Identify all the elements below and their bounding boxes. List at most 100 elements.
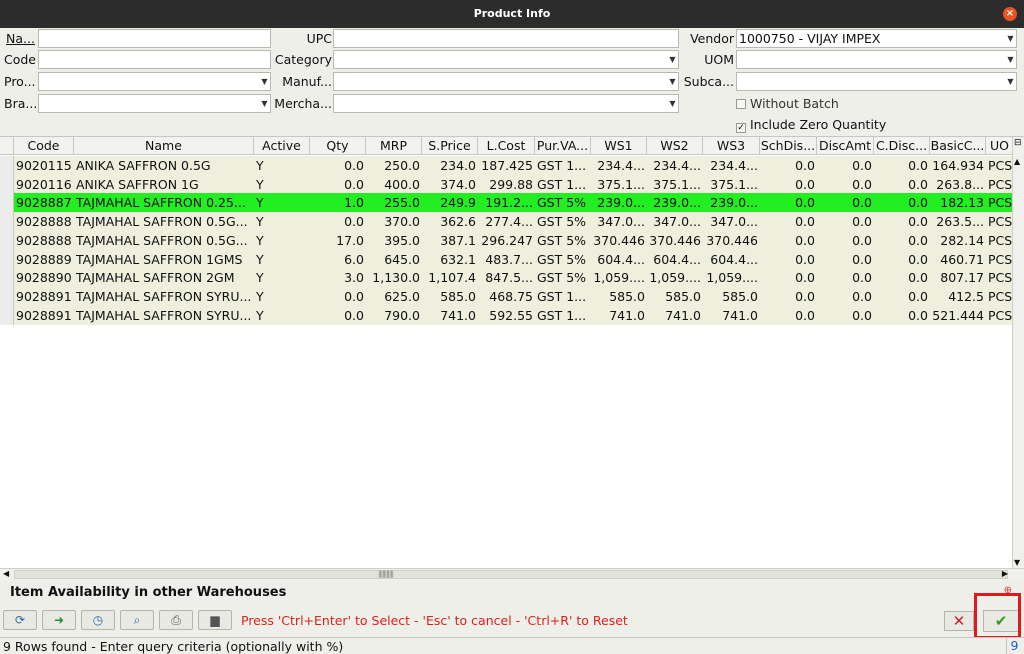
scroll-down-icon[interactable]: ▼ — [1014, 558, 1020, 567]
table-cell: 0.0 — [795, 270, 815, 286]
scroll-grip-icon: ||||||||||| — [378, 570, 394, 578]
row-header[interactable] — [0, 249, 14, 269]
table-cell: PCS — [988, 307, 1013, 323]
print-button[interactable]: ⎙ — [159, 610, 193, 630]
table-cell: TAJMAHAL SAFFRON 0.25... — [76, 195, 246, 211]
table-cell: 0.0 — [908, 158, 928, 173]
table-cell: PCS — [988, 176, 1013, 192]
table-cell: 362.6 — [440, 214, 476, 230]
row-header[interactable] — [0, 230, 14, 250]
vertical-scrollbar[interactable]: ⊟ ▲ ▼ — [1012, 137, 1024, 568]
table-row[interactable]: 9028890 TAJMAHAL SAFFRON 2GM Y 3.0 1,130.0 1,… — [0, 268, 1012, 288]
table-cell: Y — [256, 195, 264, 211]
scroll-right-icon[interactable]: ▶ — [1002, 569, 1008, 578]
trash-icon: ▆ — [210, 613, 220, 627]
table-row[interactable]: 9028891 TAJMAHAL SAFFRON SYRU... Y 0.0 625.0… — [0, 286, 1012, 306]
table-row[interactable]: 9028888 TAJMAHAL SAFFRON 0.5G... Y 17.0 395.… — [0, 230, 1012, 250]
table-cell: Y — [256, 176, 264, 192]
vendor-select[interactable]: 1000750 - VIJAY IMPEX ▼ — [736, 29, 1017, 48]
row-header[interactable] — [0, 286, 14, 306]
scroll-up-icon[interactable]: ▲ — [1014, 157, 1020, 166]
table-cell: 625.0 — [384, 288, 420, 304]
table-row[interactable]: 9028887 TAJMAHAL SAFFRON 0.25... Y 1.0 255.0… — [0, 193, 1012, 213]
results-grid[interactable]: Code Name Active Qty MRP S.Price L.Cost Pur.VA.… — [0, 136, 1024, 568]
column-header[interactable]: WS1 — [591, 137, 647, 155]
row-header[interactable] — [0, 174, 14, 194]
zoom-icon: ⌕ — [133, 613, 141, 627]
table-cell: 604.4... — [597, 251, 645, 267]
vendor-label: Vendor — [690, 31, 734, 46]
table-cell: 6.0 — [344, 251, 364, 267]
column-header[interactable]: Pur.VA... — [535, 137, 591, 155]
code-label: Code — [4, 52, 37, 67]
code-input[interactable] — [38, 50, 271, 69]
column-header[interactable]: MRP — [366, 137, 422, 155]
table-cell: 0.0 — [795, 232, 815, 248]
cancel-button[interactable]: ✕ — [944, 611, 974, 631]
name-input[interactable] — [38, 29, 271, 48]
scroll-left-icon[interactable]: ◀ — [3, 569, 9, 578]
table-cell: 0.0 — [852, 158, 872, 173]
product-select[interactable]: ▼ — [38, 72, 271, 91]
row-header[interactable] — [0, 193, 14, 213]
table-row[interactable]: 9028891 TAJMAHAL SAFFRON SYRU... Y 0.0 790.0… — [0, 305, 1013, 325]
clock-icon: ◷ — [92, 613, 104, 627]
column-header[interactable]: L.Cost — [478, 137, 535, 155]
next-button[interactable]: ➜ — [42, 610, 76, 630]
manufacturer-select[interactable]: ▼ — [333, 72, 679, 91]
table-row[interactable]: 9028889 TAJMAHAL SAFFRON 1GMS Y 6.0 645.0 632… — [0, 249, 1012, 269]
include-zero-checkbox[interactable]: ✓ Include Zero Quantity — [736, 116, 886, 134]
table-row[interactable]: 9020116 ANIKA SAFFRON 1G Y 0.0 400.0 374.0 299… — [0, 174, 1013, 194]
column-header[interactable]: Name — [74, 137, 254, 155]
column-chooser-icon[interactable]: ⊟ — [1014, 138, 1022, 148]
table-cell: GST 1... — [537, 158, 587, 173]
horizontal-scrollbar[interactable]: ◀ ||||||||||| ▶ — [0, 568, 1024, 580]
column-header[interactable]: Active — [254, 137, 310, 155]
delete-button[interactable]: ▆ — [198, 610, 232, 630]
category-label: Category — [274, 52, 332, 67]
table-cell: 0.0 — [908, 195, 928, 211]
row-header[interactable] — [0, 212, 14, 232]
without-batch-checkbox[interactable]: Without Batch — [736, 95, 839, 113]
shortcut-hint: Press 'Ctrl+Enter' to Select - 'Esc' to … — [241, 613, 628, 628]
table-cell: 585.0 — [609, 288, 645, 304]
column-header[interactable]: WS2 — [647, 137, 703, 155]
table-row[interactable]: 9020115 ANIKA SAFFRON 0.5G Y 0.0 250.0 234.0 1… — [0, 156, 1012, 175]
row-header[interactable] — [0, 305, 14, 325]
table-row[interactable]: 9028888 TAJMAHAL SAFFRON 0.5G... Y 0.0 370.0… — [0, 212, 1012, 232]
category-select[interactable]: ▼ — [333, 50, 679, 69]
refresh-icon: ⟳ — [14, 613, 26, 627]
table-cell: GST 5% — [537, 270, 587, 286]
zoom-button[interactable]: ⌕ — [120, 610, 154, 630]
column-header[interactable]: WS3 — [703, 137, 760, 155]
status-bar: 9 Rows found - Enter query criteria (opt… — [0, 637, 1024, 654]
table-cell: 9020116 — [16, 176, 72, 192]
column-header[interactable]: SchDis... — [760, 137, 817, 155]
subcategory-select[interactable]: ▼ — [736, 72, 1017, 91]
close-icon[interactable]: × — [1003, 7, 1017, 21]
column-header[interactable]: Qty — [310, 137, 366, 155]
brand-select[interactable]: ▼ — [38, 94, 271, 113]
merchandise-select[interactable]: ▼ — [333, 94, 679, 113]
table-cell: 741.0 — [665, 307, 701, 323]
column-header[interactable]: DiscAmt — [817, 137, 874, 155]
table-cell: 807.17 — [940, 270, 984, 286]
refresh-button[interactable]: ⟳ — [3, 610, 37, 630]
scrollbar-thumb[interactable] — [14, 570, 1008, 579]
uom-select[interactable]: ▼ — [736, 50, 1017, 69]
table-cell: Y — [256, 251, 264, 267]
column-header[interactable]: C.Disc... — [874, 137, 930, 155]
upc-input[interactable] — [333, 29, 679, 48]
history-button[interactable]: ◷ — [81, 610, 115, 630]
column-header[interactable]: BasicC... — [930, 137, 986, 155]
row-header[interactable] — [0, 156, 14, 175]
column-header[interactable]: Code — [14, 137, 74, 155]
column-header[interactable]: S.Price — [422, 137, 478, 155]
row-header[interactable] — [0, 268, 14, 288]
bottom-toolbar: ⟳ ➜ ◷ ⌕ ⎙ ▆ Press 'Ctrl+Enter' to Select… — [0, 603, 1024, 636]
chevron-down-icon: ▼ — [669, 55, 676, 64]
table-cell: 255.0 — [384, 195, 420, 211]
table-cell: Y — [256, 158, 264, 173]
column-header[interactable]: UO — [986, 137, 1014, 155]
table-cell: 239.0... — [710, 195, 758, 211]
